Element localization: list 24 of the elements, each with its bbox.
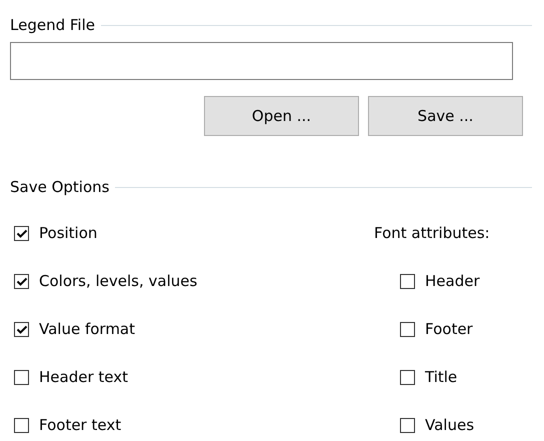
open-button[interactable]: Open ... <box>204 96 359 136</box>
checkbox-label[interactable]: Position <box>39 223 98 244</box>
checkbox[interactable] <box>14 370 29 385</box>
checkbox[interactable] <box>14 274 29 289</box>
group-title: Legend File <box>10 16 95 34</box>
font-attributes-label: Font attributes: <box>374 223 490 244</box>
group-title: Save Options <box>10 178 110 196</box>
checkbox-label[interactable]: Colors, levels, values <box>39 271 198 292</box>
file-path-field[interactable] <box>10 42 513 80</box>
checkbox[interactable] <box>14 322 29 337</box>
checkbox-label[interactable]: Header <box>425 271 480 292</box>
checkbox-label[interactable]: Header text <box>39 367 128 388</box>
checkbox-label[interactable]: Values <box>425 415 474 436</box>
checkbox-label[interactable]: Value format <box>39 319 136 340</box>
checkbox[interactable] <box>400 418 415 433</box>
checkbox-label[interactable]: Title <box>425 367 458 388</box>
checkbox[interactable] <box>14 226 29 241</box>
checkbox[interactable] <box>400 370 415 385</box>
checkbox-label[interactable]: Footer <box>425 319 473 340</box>
checkbox[interactable] <box>400 322 415 337</box>
save-button[interactable]: Save ... <box>368 96 523 136</box>
checkbox[interactable] <box>400 274 415 289</box>
checkbox[interactable] <box>14 418 29 433</box>
checkbox-label[interactable]: Footer text <box>39 415 122 436</box>
